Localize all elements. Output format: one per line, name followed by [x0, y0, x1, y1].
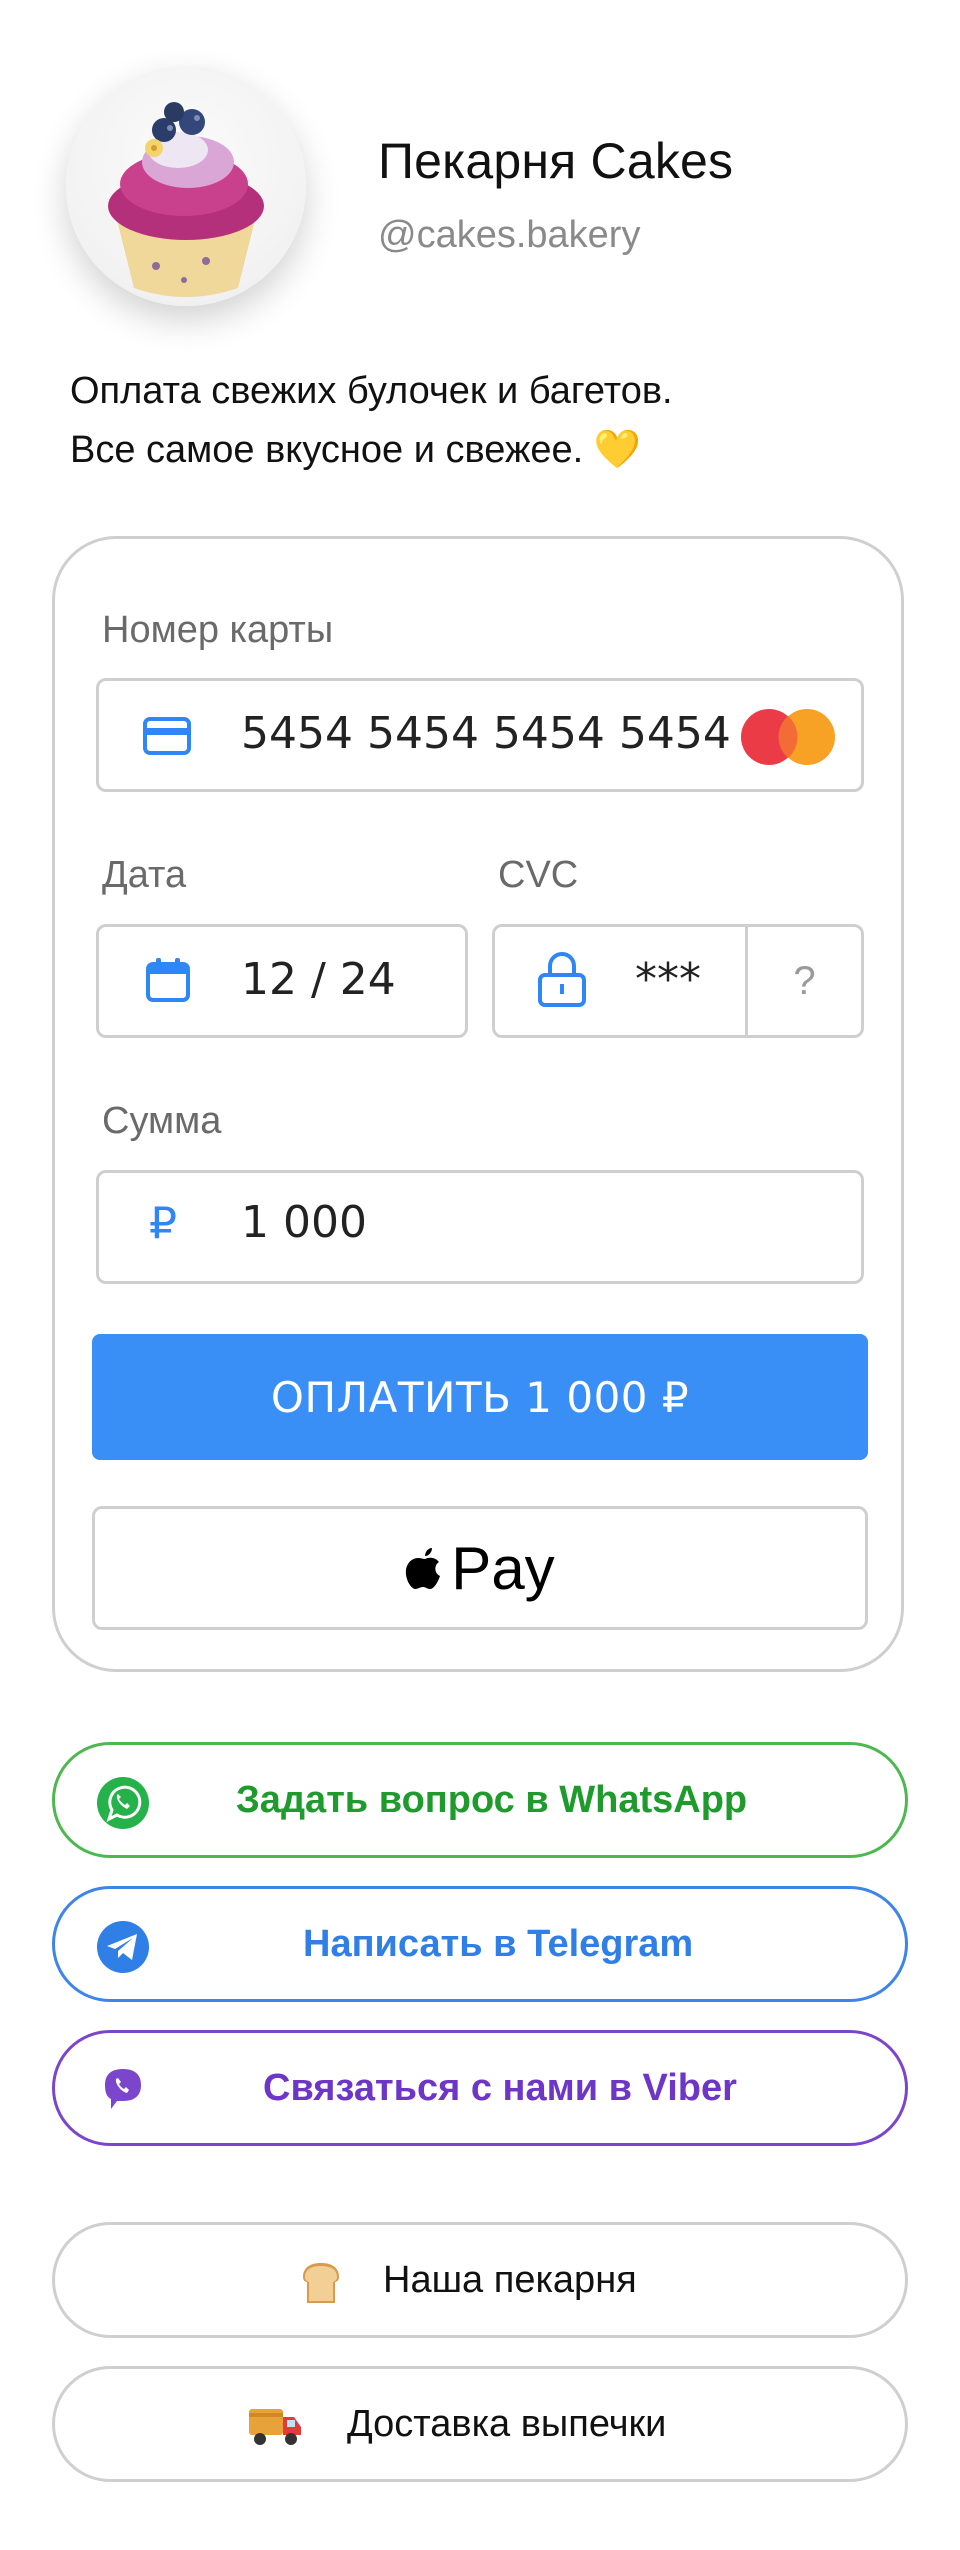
description-line-1: Оплата свежих булочек и багетов. — [70, 370, 673, 412]
pastry-delivery-button[interactable]: Доставка выпечки — [52, 2366, 908, 2482]
page-title: Пекарня Cakes — [378, 133, 734, 189]
viber-button[interactable]: Связаться с нами в Viber — [52, 2030, 908, 2146]
card-number-field[interactable]: 5454 5454 5454 5454 — [96, 678, 864, 792]
bread-icon — [303, 2263, 339, 2303]
description-line-2: Все самое вкусное и свежее. 💛 — [70, 427, 642, 471]
expiry-date-value: 12 / 24 — [241, 954, 396, 1005]
card-number-label: Номер карты — [102, 609, 334, 651]
viber-icon — [105, 2069, 141, 2109]
apple-pay-label: Pay — [451, 1534, 555, 1602]
whatsapp-button[interactable]: Задать вопрос в WhatsApp — [52, 1742, 908, 1858]
amount-value: 1 000 — [241, 1197, 367, 1248]
credit-card-icon — [143, 717, 191, 755]
profile-handle: @cakes.bakery — [378, 214, 641, 256]
telegram-button-label: Написать в Telegram — [303, 1922, 694, 1965]
our-bakery-label: Наша пекарня — [383, 2258, 637, 2301]
lock-icon — [538, 952, 586, 1007]
avatar — [66, 66, 306, 306]
expiry-date-field[interactable]: 12 / 24 — [96, 924, 468, 1038]
whatsapp-button-label: Задать вопрос в WhatsApp — [236, 1778, 748, 1821]
whatsapp-icon — [97, 1777, 149, 1829]
telegram-button[interactable]: Написать в Telegram — [52, 1886, 908, 2002]
cvc-field[interactable]: *** ? — [492, 924, 864, 1038]
profile-description: Оплата свежих булочек и багетов. Все сам… — [70, 362, 673, 479]
apple-logo-icon — [406, 1548, 441, 1589]
pastry-delivery-label: Доставка выпечки — [347, 2402, 667, 2445]
amount-field[interactable]: ₽ 1 000 — [96, 1170, 864, 1284]
cvc-label: CVC — [498, 854, 579, 896]
cvc-help-button[interactable]: ? — [748, 927, 861, 1035]
amount-label: Сумма — [102, 1100, 222, 1142]
pay-button[interactable]: ОПЛАТИТЬ 1 000 ₽ — [92, 1334, 868, 1460]
mastercard-icon — [741, 709, 835, 765]
cupcake-image — [108, 102, 264, 297]
cvc-value: *** — [635, 954, 701, 1005]
viber-button-label: Связаться с нами в Viber — [263, 2066, 737, 2109]
delivery-truck-icon — [249, 2409, 301, 2445]
ruble-icon: ₽ — [149, 1198, 177, 1249]
card-number-value: 5454 5454 5454 5454 — [241, 708, 731, 759]
apple-pay-button[interactable]: Pay — [92, 1506, 868, 1630]
date-label: Дата — [102, 854, 187, 896]
calendar-icon — [146, 958, 190, 1002]
yellow-heart-icon: 💛 — [593, 427, 642, 471]
telegram-icon — [97, 1921, 149, 1973]
our-bakery-button[interactable]: Наша пекарня — [52, 2222, 908, 2338]
